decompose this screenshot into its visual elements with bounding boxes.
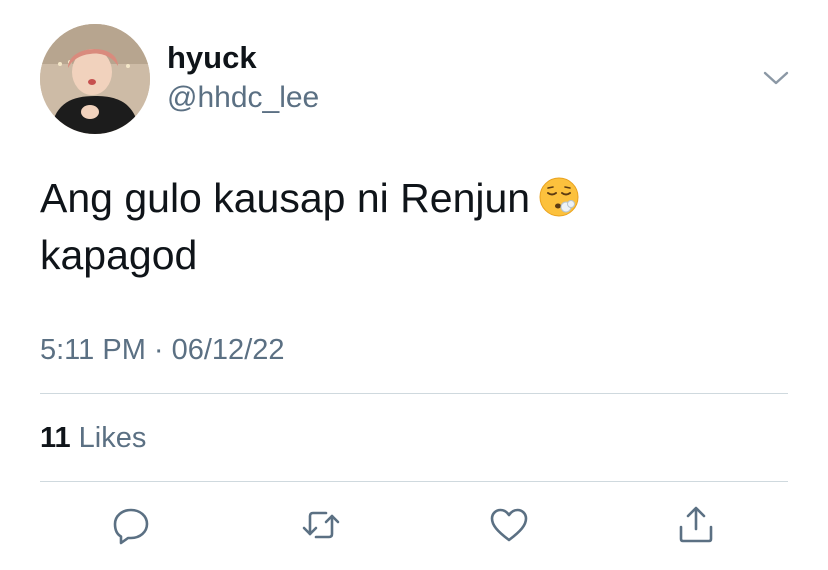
heart-icon <box>490 508 528 542</box>
face-exhaling-emoji-icon <box>538 176 580 218</box>
avatar-photo <box>40 24 150 134</box>
avatar[interactable] <box>40 24 150 134</box>
reply-icon <box>113 508 149 545</box>
share-button[interactable] <box>674 503 718 547</box>
likes-stat[interactable]: 11 Likes <box>40 420 146 456</box>
share-icon <box>679 506 713 543</box>
retweet-icon <box>302 511 340 539</box>
divider <box>40 481 788 482</box>
tweet-text-segment-1: Ang gulo kausap ni Renjun <box>40 175 531 221</box>
tweet-text-line-1: Ang gulo kausap ni Renjun <box>40 170 780 227</box>
divider <box>40 393 788 394</box>
user-handle[interactable]: @hhdc_lee <box>167 80 319 116</box>
chevron-down-icon[interactable] <box>760 66 792 90</box>
display-name[interactable]: hyuck <box>167 40 257 76</box>
like-button[interactable] <box>487 503 531 547</box>
tweet-text-line-2: kapagod <box>40 232 198 278</box>
tweet-timestamp[interactable]: 5:11 PM · 06/12/22 <box>40 332 285 368</box>
likes-count: 11 <box>40 422 71 454</box>
retweet-button[interactable] <box>299 503 343 547</box>
reply-button[interactable] <box>109 503 153 547</box>
tweet-text: Ang gulo kausap ni Renjun kapagod <box>40 170 780 284</box>
likes-label: Likes <box>78 422 147 454</box>
